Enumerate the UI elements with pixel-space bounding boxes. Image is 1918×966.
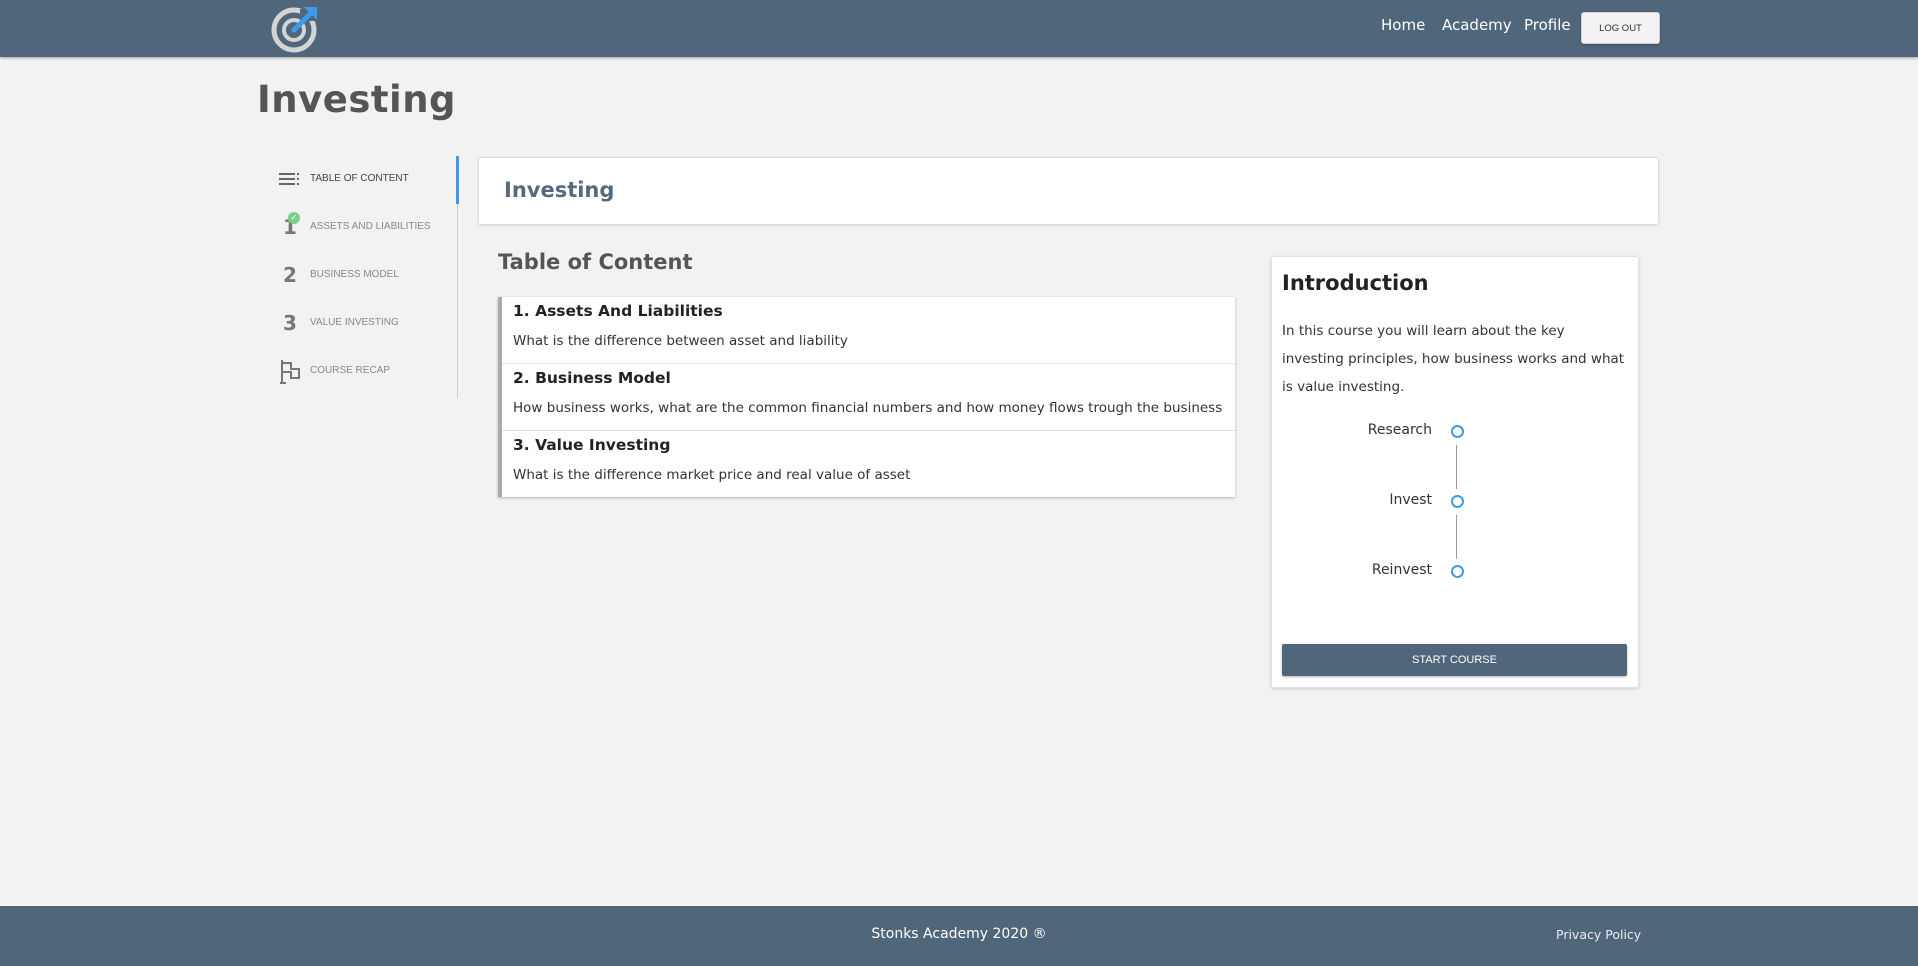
toc-item-description: How business works, what are the common … <box>513 400 1223 416</box>
step-circle-icon <box>1451 425 1464 438</box>
sidebar-item-business-model[interactable]: 2 BUSINESS MODEL <box>270 258 455 294</box>
step-number-3: 3 <box>283 311 297 335</box>
sidebar-item-label: TABLE OF CONTENT <box>310 173 409 184</box>
course-title: Investing <box>504 178 615 202</box>
sidebar-item-table-of-content[interactable]: TABLE OF CONTENT <box>270 162 455 198</box>
nav-profile[interactable]: Profile <box>1524 16 1571 34</box>
toc-item-title: 1. Assets And Liabilities <box>513 302 723 320</box>
sidebar-item-course-recap[interactable]: COURSE RECAP <box>270 354 455 390</box>
intro-text: In this course you will learn about the … <box>1282 323 1625 395</box>
toc-item-description: What is the difference between asset and… <box>513 333 848 349</box>
step-label-reinvest: Reinvest <box>1371 562 1432 578</box>
step-connector <box>1456 515 1457 559</box>
nav-home[interactable]: Home <box>1381 16 1425 34</box>
step-label-invest: Invest <box>1389 492 1432 508</box>
page-title: Investing <box>257 78 457 121</box>
sidebar-item-label: ASSETS AND LIABILITIES <box>310 221 431 232</box>
flag-icon <box>278 358 302 384</box>
nav-academy[interactable]: Academy <box>1442 16 1512 34</box>
introduction-card: Introduction In this course you will lea… <box>1271 256 1639 688</box>
sidebar-item-label: VALUE INVESTING <box>310 317 399 328</box>
sidebar-item-assets-and-liabilities[interactable]: 1 ✓ ASSETS AND LIABILITIES <box>270 210 455 246</box>
sidebar-item-label: COURSE RECAP <box>310 365 391 376</box>
toc-list: 1. Assets And Liabilities What is the di… <box>498 297 1235 497</box>
step-connector <box>1456 445 1457 489</box>
toc-item-title: 2. Business Model <box>513 369 671 387</box>
course-header-card: Investing <box>478 157 1659 225</box>
toc-item[interactable]: 1. Assets And Liabilities What is the di… <box>502 297 1235 364</box>
intro-title: Introduction <box>1282 271 1429 295</box>
toc-item-title: 3. Value Investing <box>513 436 671 454</box>
step-number-2: 2 <box>283 263 297 287</box>
sidebar-item-label: BUSINESS MODEL <box>310 269 399 280</box>
course-sidebar: TABLE OF CONTENT 1 ✓ ASSETS AND LIABILIT… <box>270 156 459 398</box>
list-icon <box>278 166 302 192</box>
toc-item[interactable]: 3. Value Investing What is the differenc… <box>502 431 1235 497</box>
check-icon: ✓ <box>288 212 300 224</box>
toc-item[interactable]: 2. Business Model How business works, wh… <box>502 364 1235 431</box>
active-indicator <box>456 156 459 204</box>
top-navbar: Home Academy Profile LOG OUT <box>0 0 1918 57</box>
sidebar-item-value-investing[interactable]: 3 VALUE INVESTING <box>270 306 455 342</box>
step-label-research: Research <box>1367 422 1432 438</box>
step-circle-icon <box>1451 565 1464 578</box>
privacy-policy-link[interactable]: Privacy Policy <box>1556 927 1641 942</box>
start-course-button[interactable]: START COURSE <box>1282 644 1627 676</box>
footer: Stonks Academy 2020 ® Privacy Policy <box>0 906 1918 966</box>
step-circle-icon <box>1451 495 1464 508</box>
toc-item-description: What is the difference market price and … <box>513 467 911 483</box>
toc-heading: Table of Content <box>498 250 693 274</box>
logo-icon[interactable] <box>270 3 322 53</box>
logout-button[interactable]: LOG OUT <box>1581 12 1660 44</box>
